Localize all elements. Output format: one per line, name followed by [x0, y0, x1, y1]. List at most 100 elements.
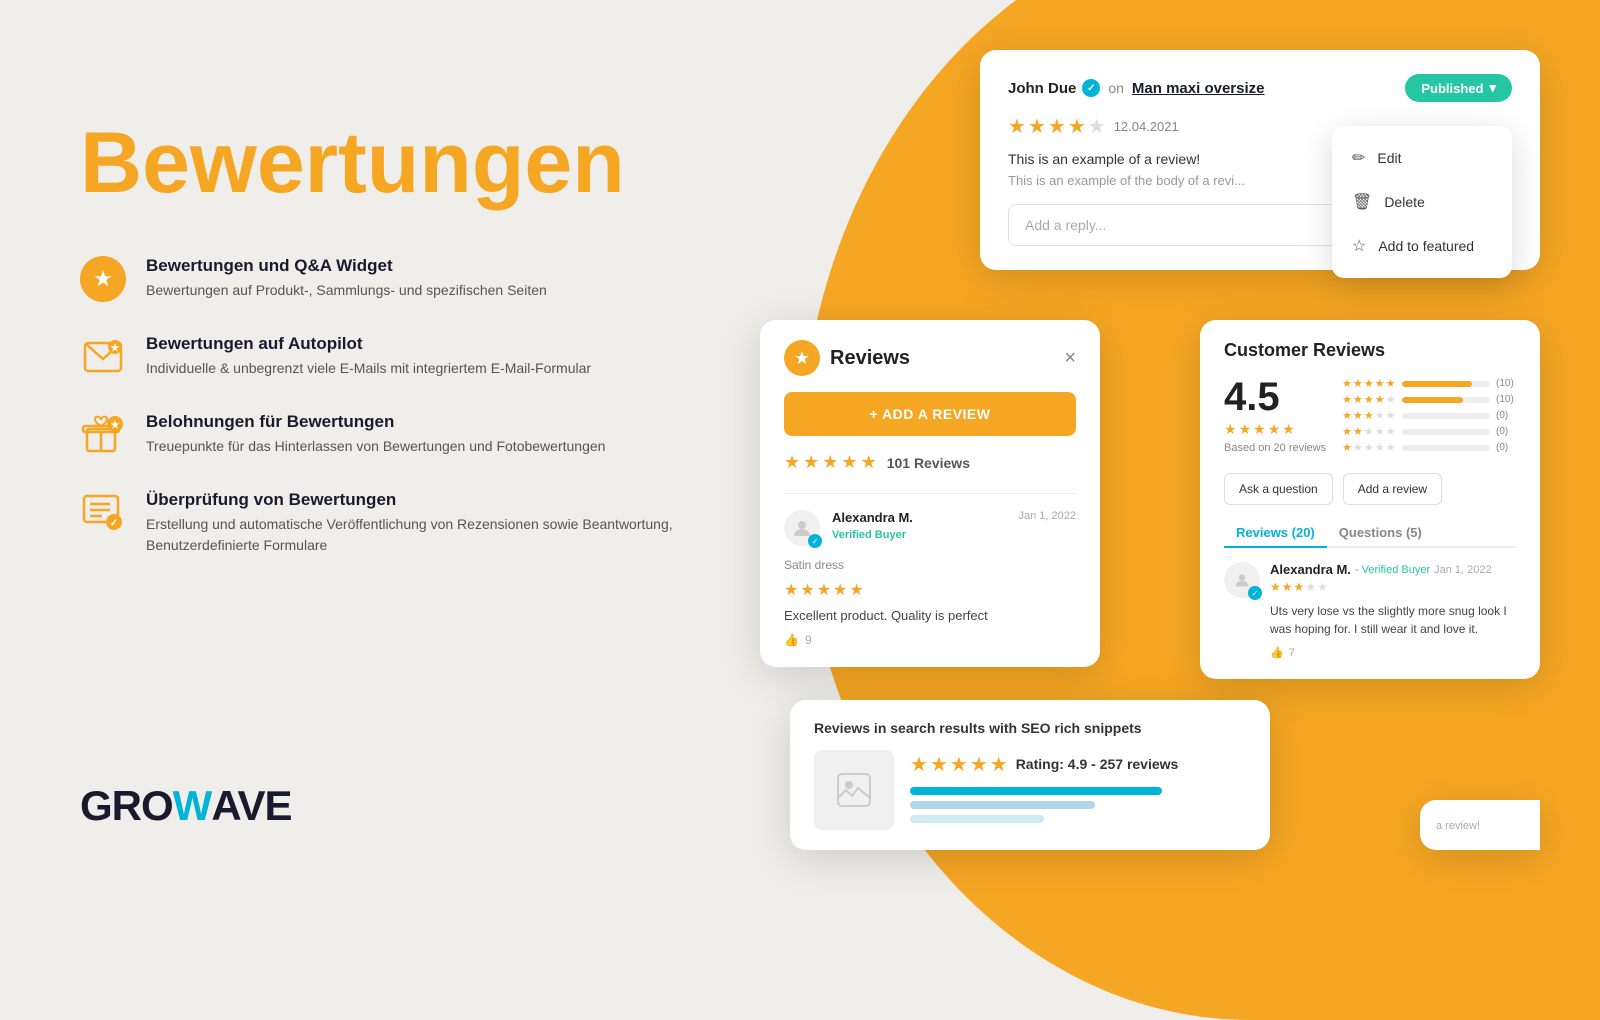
svg-text:★: ★: [111, 343, 120, 354]
feature-item: ★ Belohnungen für Bewertungen Treuepunkt…: [80, 412, 700, 458]
feature-title-2: Bewertungen auf Autopilot: [146, 334, 591, 354]
bar-row-4: ★★★★★ (10): [1342, 393, 1516, 406]
seo-right: ★ ★ ★ ★ ★ Rating: 4.9 - 257 reviews: [910, 752, 1246, 829]
review-date: 12.04.2021: [1114, 119, 1179, 134]
seo-content: ★ ★ ★ ★ ★ Rating: 4.9 - 257 reviews: [814, 750, 1246, 830]
customer-reviews-card: Customer Reviews 4.5 ★ ★ ★ ★ ★ Based on …: [1200, 320, 1540, 679]
feature-icon-email: ★: [80, 334, 126, 380]
rating-stars: ★ ★ ★ ★ ★: [1008, 114, 1106, 139]
chevron-down-icon: ▾: [1489, 80, 1496, 96]
star-1: ★: [1008, 114, 1026, 139]
seo-bar-2: [910, 801, 1095, 809]
reviewer-row: ✓ Alexandra M. Verified Buyer Jan 1, 202…: [784, 510, 1076, 546]
edit-menu-item[interactable]: ✏ Edit: [1332, 136, 1512, 180]
feature-item: ★ Bewertungen und Q&A Widget Bewertungen…: [80, 256, 700, 302]
close-button[interactable]: ×: [1064, 347, 1076, 370]
star-2: ★: [1028, 114, 1046, 139]
on-text: on: [1108, 80, 1124, 96]
ask-question-button[interactable]: Ask a question: [1224, 473, 1333, 505]
published-button[interactable]: Published ▾: [1405, 74, 1512, 102]
cr-tabs: Reviews (20) Questions (5): [1224, 519, 1516, 548]
seo-title: Reviews in search results with SEO rich …: [814, 720, 1246, 736]
verified-buyer-label: Verified Buyer: [832, 529, 906, 541]
cr-review-date: Jan 1, 2022: [1434, 564, 1492, 576]
cr-review-text: Uts very lose vs the slightly more snug …: [1270, 602, 1516, 638]
divider: [784, 493, 1076, 494]
bar-row-2: ★★★★★ (0): [1342, 425, 1516, 438]
based-on-text: Based on 20 reviews: [1224, 442, 1326, 454]
peek-text: a review!: [1436, 820, 1480, 832]
delete-icon: 🗑: [1352, 192, 1372, 212]
star-4: ★: [1068, 114, 1086, 139]
avg-stars: ★ ★ ★ ★ ★: [1224, 421, 1326, 438]
bar-row-3: ★★★★★ (0): [1342, 409, 1516, 422]
feature-desc-3: Treuepunkte für das Hinterlassen von Bew…: [146, 436, 605, 457]
feature-text-4: Überprüfung von Bewertungen Erstellung u…: [146, 490, 700, 556]
right-panel: John Due ✓ on Man maxi oversize Publishe…: [760, 50, 1540, 870]
reviewer-info: Alexandra M. Verified Buyer: [832, 510, 913, 543]
feature-item: ✓ Überprüfung von Bewertungen Erstellung…: [80, 490, 700, 556]
tab-reviews[interactable]: Reviews (20): [1224, 519, 1327, 548]
widget-title: Reviews: [830, 347, 910, 370]
bar-track-4: [1402, 397, 1491, 403]
peek-card: a review!: [1420, 800, 1540, 850]
feature-desc-1: Bewertungen auf Produkt-, Sammlungs- und…: [146, 280, 547, 301]
main-title: Bewertungen: [80, 120, 700, 206]
featured-menu-item[interactable]: ☆ Add to featured: [1332, 224, 1512, 268]
helpful-count: 9: [805, 633, 812, 647]
add-review-button-cr[interactable]: Add a review: [1343, 473, 1442, 505]
rating-bars: ★★★★★ (10) ★★★★★ (10) ★★★★★: [1342, 377, 1516, 457]
reviews-widget-card: ★ Reviews × + ADD A REVIEW ★ ★ ★ ★ ★ 101…: [760, 320, 1100, 667]
cr-helpful-row: 👍 7: [1270, 646, 1516, 659]
cr-reviewer-name: Alexandra M.: [1270, 562, 1351, 577]
feature-desc-4: Erstellung und automatische Veröffentlic…: [146, 514, 700, 556]
add-review-button[interactable]: + ADD A REVIEW: [784, 392, 1076, 436]
feature-icon-star: ★: [80, 256, 126, 302]
tab-questions[interactable]: Questions (5): [1327, 519, 1434, 546]
avatar: ✓: [784, 510, 820, 546]
status-area: Published ▾ ✏ Edit 🗑 Delete ☆ Add t: [1405, 74, 1512, 102]
seo-bar-1: [910, 787, 1162, 795]
bar-track-5: [1402, 381, 1491, 387]
action-dropdown: ✏ Edit 🗑 Delete ☆ Add to featured: [1332, 126, 1512, 278]
logo-gro: GRO: [80, 782, 173, 830]
delete-menu-item[interactable]: 🗑 Delete: [1332, 180, 1512, 224]
ws2: ★: [803, 452, 819, 473]
cr-reviewer-info: Alexandra M. - Verified Buyer Jan 1, 202…: [1270, 562, 1516, 659]
feature-desc-2: Individuelle & unbegrenzt viele E-Mails …: [146, 358, 591, 379]
widget-title-row: ★ Reviews: [784, 340, 910, 376]
feature-text-3: Belohnungen für Bewertungen Treuepunkte …: [146, 412, 605, 457]
feature-icon-review: ✓: [80, 490, 126, 536]
ws5: ★: [861, 452, 877, 473]
feature-title-1: Bewertungen und Q&A Widget: [146, 256, 547, 276]
svg-text:✓: ✓: [110, 518, 118, 529]
reviewer-date: Jan 1, 2022: [1019, 510, 1077, 522]
verified-badge-icon: ✓: [1082, 79, 1100, 97]
feature-title-4: Überprüfung von Bewertungen: [146, 490, 700, 510]
reviewer-name-widget: Alexandra M.: [832, 510, 913, 525]
thumbs-up-icon: 👍: [784, 633, 799, 647]
star-3: ★: [1048, 114, 1066, 139]
ws3: ★: [822, 452, 838, 473]
feature-text-2: Bewertungen auf Autopilot Individuelle &…: [146, 334, 591, 379]
bar-track-3: [1402, 413, 1491, 419]
feature-icon-rewards: ★: [80, 412, 126, 458]
bar-row-1: ★★★★★ (0): [1342, 441, 1516, 454]
review-product-stars: ★ ★ ★ ★ ★: [784, 580, 1076, 600]
avg-score-area: 4.5 ★ ★ ★ ★ ★ Based on 20 reviews: [1224, 377, 1326, 454]
widget-header: ★ Reviews ×: [784, 340, 1076, 376]
cr-verified-label: - Verified Buyer: [1355, 564, 1430, 576]
card-header-row: John Due ✓ on Man maxi oversize Publishe…: [1008, 74, 1512, 102]
widget-rating-row: ★ ★ ★ ★ ★ 101 Reviews: [784, 452, 1076, 473]
widget-review-count: 101 Reviews: [887, 455, 970, 471]
ws4: ★: [841, 452, 857, 473]
cr-avatar: ✓: [1224, 562, 1260, 598]
seo-bar-3: [910, 815, 1044, 823]
seo-rating-text: Rating: 4.9 - 257 reviews: [1016, 756, 1179, 772]
widget-overall-stars: ★ ★ ★ ★ ★: [784, 452, 877, 473]
logo: GRO W AVE: [80, 782, 292, 830]
avg-score: 4.5: [1224, 377, 1326, 417]
product-tag: Satin dress: [784, 558, 1076, 572]
cr-thumbs-icon: 👍: [1270, 646, 1284, 659]
seo-image-placeholder: [814, 750, 894, 830]
